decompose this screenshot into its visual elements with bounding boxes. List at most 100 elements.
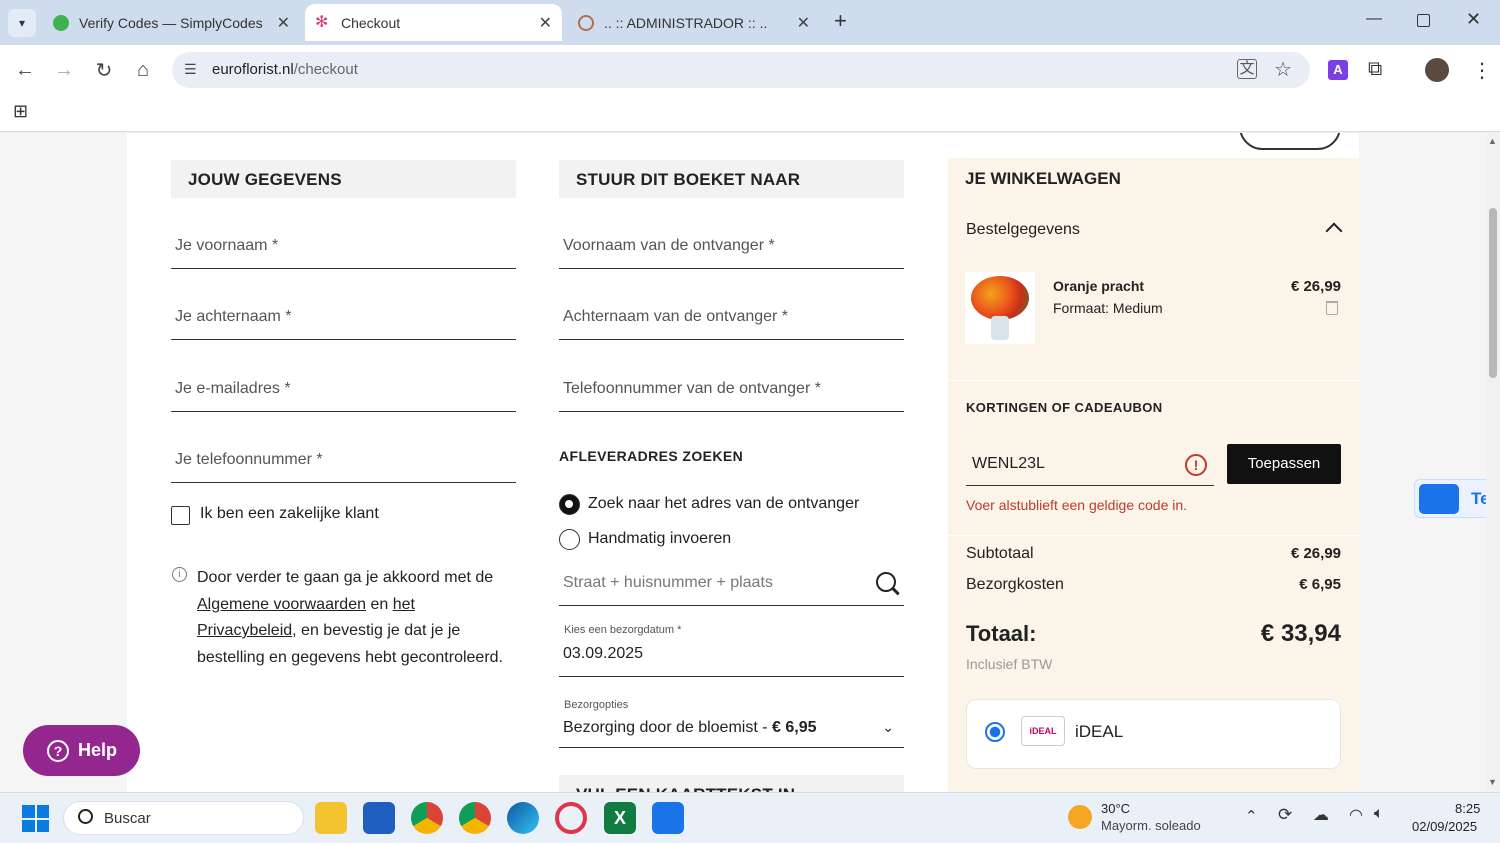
header-button-partial[interactable] xyxy=(1239,133,1341,150)
volume-icon[interactable]: 🔈︎ xyxy=(1374,805,1384,823)
home-icon[interactable]: ⌂ xyxy=(131,58,155,82)
delivery-options-label: Bezorgopties xyxy=(564,699,629,711)
delivery-date-field[interactable]: 03.09.2025 xyxy=(559,637,904,677)
tab-title: Verify Codes — SimplyCodes xyxy=(79,14,263,31)
chrome-icon[interactable] xyxy=(411,802,443,834)
address-bar[interactable]: ☰ euroflorist.nl/checkout 文 ☆ xyxy=(172,52,1310,88)
extension-a-icon[interactable]: A xyxy=(1328,60,1348,80)
weather-desc: Mayorm. soleado xyxy=(1101,818,1201,833)
widget-text: Ter xyxy=(1471,489,1486,508)
terms-link[interactable]: Algemene voorwaarden xyxy=(197,596,366,613)
browser-menu-icon[interactable]: ⋮ xyxy=(1472,58,1492,83)
totals-section: Subtotaal € 26,99 Bezorgkosten € 6,95 To… xyxy=(948,536,1359,792)
side-chat-widget[interactable]: Ter xyxy=(1414,479,1486,518)
product-image xyxy=(965,272,1035,344)
address-search-heading: AFLEVERADRES ZOEKEN xyxy=(559,448,744,464)
forward-arrow-icon[interactable]: → xyxy=(52,58,76,82)
close-window-button[interactable]: ✕ xyxy=(1466,9,1481,30)
privacy-link[interactable]: Privacybeleid xyxy=(197,622,292,639)
profile-avatar[interactable] xyxy=(1425,58,1449,82)
street-search-input[interactable]: Straat + huisnummer + plaats xyxy=(559,566,904,606)
email-field[interactable]: Je e-mailadres * xyxy=(171,372,516,412)
tab-simplycodes[interactable]: Verify Codes — SimplyCodes ✕ xyxy=(45,4,300,41)
opera-icon[interactable] xyxy=(555,802,587,834)
order-details-toggle[interactable]: Bestelgegevens xyxy=(966,221,1080,239)
minimize-button[interactable]: — xyxy=(1366,10,1382,28)
close-tab-icon[interactable]: ✕ xyxy=(539,13,552,33)
tray-chevron-up-icon[interactable]: ⌃ xyxy=(1245,807,1258,825)
product-name: Oranje pracht xyxy=(1053,278,1145,294)
order-details: Bestelgegevens Oranje pracht Formaat: Me… xyxy=(948,199,1359,380)
chrome-profile-icon[interactable] xyxy=(459,802,491,834)
delivery-options-select[interactable]: Bezorging door de bloemist - € 6,95 ⌄ xyxy=(559,711,904,748)
clock-time[interactable]: 8:25 xyxy=(1455,801,1480,816)
total-value: € 33,94 xyxy=(1260,620,1341,647)
weather-sun-icon xyxy=(1068,805,1092,829)
apps-grid-icon[interactable]: ⊞ xyxy=(13,101,28,122)
help-button[interactable]: ? Help xyxy=(23,725,140,776)
apply-button[interactable]: Toepassen xyxy=(1227,444,1341,484)
blue-app-icon[interactable] xyxy=(652,802,684,834)
radio-manual-entry[interactable] xyxy=(559,529,580,550)
scroll-down-arrow-icon[interactable]: ▼ xyxy=(1488,777,1497,787)
trash-icon[interactable] xyxy=(1326,301,1338,315)
extensions-puzzle-icon[interactable]: ⧉ xyxy=(1368,58,1382,81)
tab-checkout[interactable]: ✻ Checkout ✕ xyxy=(305,4,562,41)
scroll-up-arrow-icon[interactable]: ▲ xyxy=(1488,136,1497,146)
help-question-icon: ? xyxy=(47,739,69,762)
recipient-last-name-field[interactable]: Achternaam van de ontvanger * xyxy=(559,300,904,340)
taskbar-search[interactable]: Buscar xyxy=(63,801,304,835)
info-icon: i xyxy=(172,567,187,582)
privacy-link-a[interactable]: het xyxy=(393,596,415,613)
edge-icon[interactable] xyxy=(507,802,539,834)
radio-manual-label: Handmatig invoeren xyxy=(588,530,732,547)
close-tab-icon[interactable]: ✕ xyxy=(277,13,290,33)
total-label: Totaal: xyxy=(966,621,1037,646)
back-arrow-icon[interactable]: ← xyxy=(13,58,37,82)
recipient-first-name-field[interactable]: Voornaam van de ontvanger * xyxy=(559,229,904,269)
phone-field[interactable]: Je telefoonnummer * xyxy=(171,443,516,483)
excel-icon[interactable]: X xyxy=(604,802,636,834)
first-name-field[interactable]: Je voornaam * xyxy=(171,229,516,269)
wifi-icon[interactable]: ◠ xyxy=(1349,805,1363,825)
recipient-phone-field[interactable]: Telefoonnummer van de ontvanger * xyxy=(559,372,904,412)
close-tab-icon[interactable]: ✕ xyxy=(797,13,810,33)
page-scrollbar[interactable]: ▲ ▼ xyxy=(1486,133,1500,792)
discount-section: KORTINGEN OF CADEAUBON WENL23L ! Toepass… xyxy=(948,381,1359,535)
file-explorer-icon[interactable] xyxy=(315,802,347,834)
sync-icon[interactable]: ⟳ xyxy=(1278,805,1292,825)
site-info-icon[interactable]: ☰ xyxy=(184,61,197,78)
taskbar-search-placeholder: Buscar xyxy=(104,810,151,827)
radio-search-label: Zoek naar het adres van de ontvanger xyxy=(588,495,860,512)
vat-note: Inclusief BTW xyxy=(966,656,1053,672)
tab-administrador[interactable]: .. :: ADMINISTRADOR :: .. ✕ xyxy=(570,4,820,41)
payment-radio-selected[interactable] xyxy=(985,722,1005,742)
business-checkbox[interactable] xyxy=(171,506,190,525)
translate-icon[interactable]: 文 xyxy=(1237,59,1257,79)
reload-icon[interactable]: ↻ xyxy=(92,58,116,82)
restore-button[interactable] xyxy=(1417,14,1430,27)
microsoft-store-icon[interactable] xyxy=(363,802,395,834)
start-windows-icon[interactable] xyxy=(22,805,49,832)
date-label: Kies een bezorgdatum * xyxy=(564,624,682,636)
section-stuur-dit-boeket: STUUR DIT BOEKET NAAR xyxy=(559,160,904,198)
payment-option-ideal[interactable]: iDEAL iDEAL xyxy=(966,699,1341,769)
clock-date[interactable]: 02/09/2025 xyxy=(1412,819,1477,834)
chevron-down-icon: ⌄ xyxy=(882,719,894,735)
shipping-label: Bezorgkosten xyxy=(966,576,1064,593)
chevron-up-icon[interactable] xyxy=(1325,222,1343,240)
cloud-off-icon[interactable]: ☁ xyxy=(1313,805,1329,825)
scrollbar-thumb[interactable] xyxy=(1489,208,1497,378)
cart-heading: JE WINKELWAGEN xyxy=(948,158,1359,199)
discount-heading: KORTINGEN OF CADEAUBON xyxy=(966,400,1163,415)
radio-search-address[interactable] xyxy=(559,494,580,515)
business-checkbox-label: Ik ben een zakelijke klant xyxy=(200,505,379,522)
new-tab-button[interactable]: + xyxy=(834,8,847,34)
last-name-field[interactable]: Je achternaam * xyxy=(171,300,516,340)
weather-temp: 30°C xyxy=(1101,801,1131,816)
url-text[interactable]: euroflorist.nl/checkout xyxy=(212,61,358,78)
discount-code-input[interactable]: WENL23L ! xyxy=(966,444,1214,486)
section-kaarttekst: VUL EEN KAARTTEKST IN xyxy=(559,775,904,792)
tab-search-button[interactable]: ▾ xyxy=(8,9,36,37)
bookmark-star-icon[interactable]: ☆ xyxy=(1274,57,1292,82)
